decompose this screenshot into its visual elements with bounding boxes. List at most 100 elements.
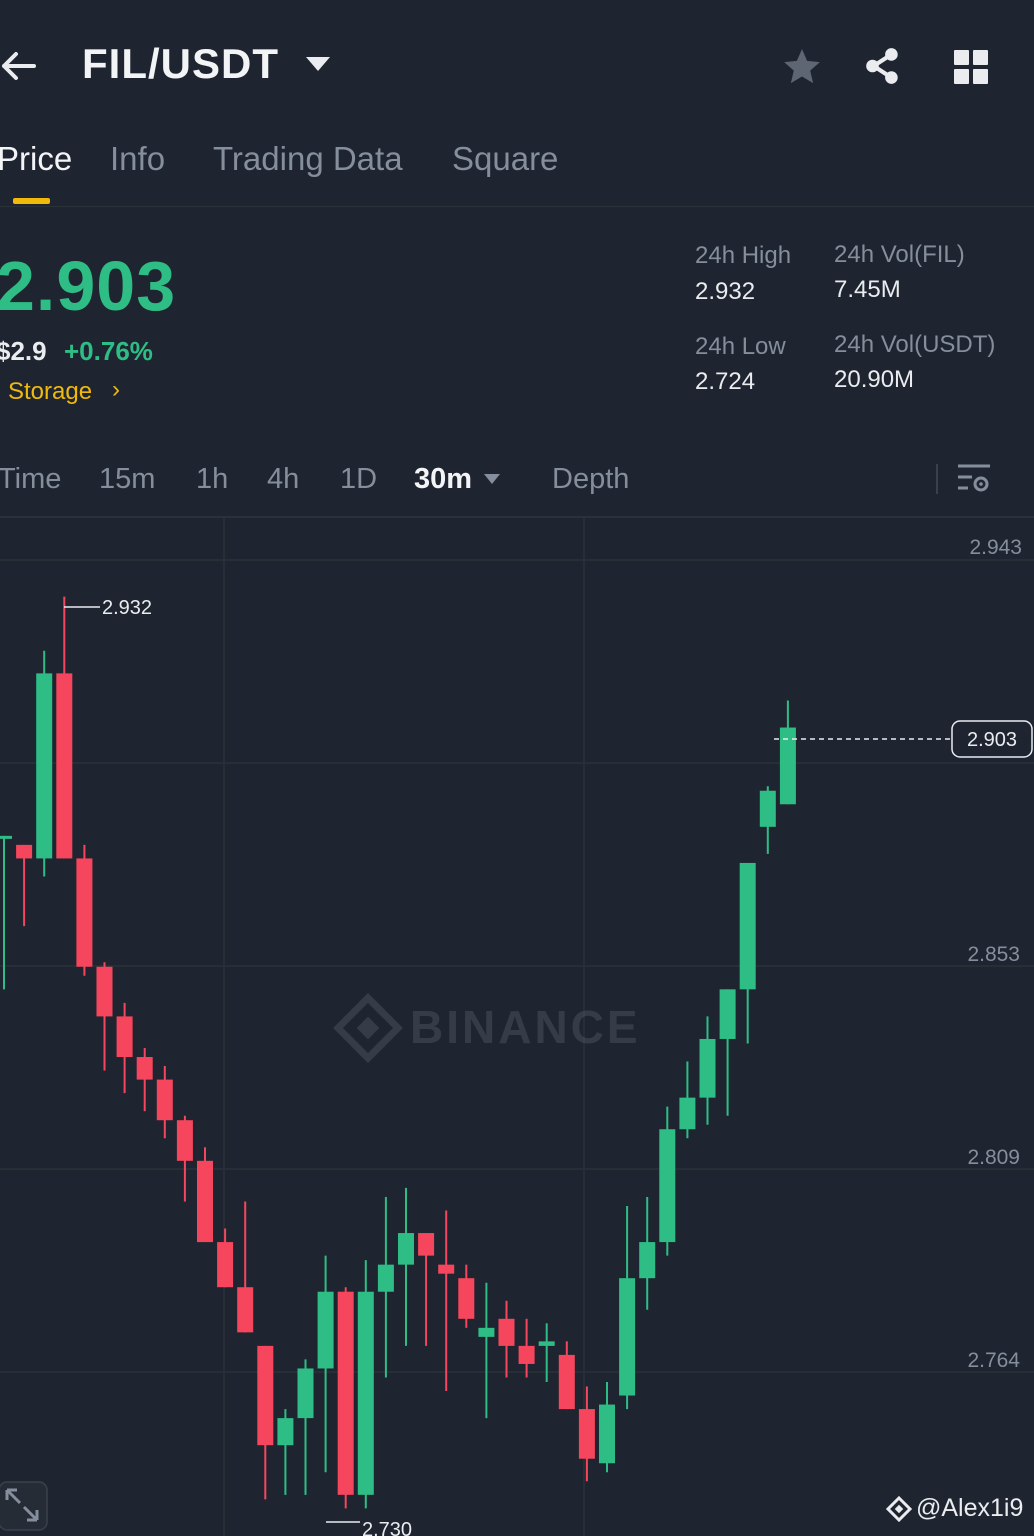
candle-body	[357, 1291, 374, 1495]
candle	[297, 1359, 314, 1495]
candle-body	[538, 1341, 555, 1346]
candle-body	[438, 1264, 455, 1274]
binance-watermark: BINANCE	[333, 993, 641, 1063]
candle	[619, 1205, 636, 1410]
current-price-tag-label: 2.903	[967, 729, 1017, 751]
candle-body	[217, 1242, 234, 1288]
low-value: 2.724	[695, 368, 756, 395]
candle-body	[759, 790, 776, 827]
candle-body	[237, 1287, 254, 1333]
chevron-right-icon[interactable]: ›	[112, 376, 120, 404]
candle	[36, 650, 53, 877]
price-change-percent: +0.76%	[64, 336, 153, 366]
candle	[679, 1061, 696, 1139]
active-tab-indicator	[13, 198, 50, 204]
pair-title[interactable]: FIL/USDT	[82, 40, 279, 88]
candle	[357, 1260, 374, 1509]
interval-15m[interactable]: 15m	[99, 463, 155, 496]
interval-1d[interactable]: 1D	[340, 463, 377, 496]
expand-icon[interactable]	[0, 1481, 48, 1531]
candlestick-chart[interactable]: BINANCE 2.943 2.853 2.809 2.764 2.932 2.…	[0, 518, 1034, 1536]
interval-dropdown-icon[interactable]	[484, 474, 500, 484]
candle-body	[96, 966, 113, 1017]
candle	[76, 844, 93, 976]
high-value: 2.932	[695, 278, 756, 305]
tab-price[interactable]: Price	[0, 140, 72, 178]
candle	[96, 962, 113, 1071]
candle	[217, 1228, 234, 1288]
chevron-down-icon[interactable]	[306, 57, 330, 71]
candle-body	[16, 844, 33, 859]
candle	[237, 1201, 254, 1333]
y-axis-label: 2.764	[967, 1349, 1020, 1372]
interval-4h[interactable]: 4h	[267, 463, 299, 496]
category-tag[interactable]: Storage	[8, 378, 92, 406]
candle-body	[337, 1291, 354, 1495]
candle	[176, 1115, 193, 1202]
vol-quote-value: 20.90M	[834, 366, 915, 393]
candle	[518, 1318, 535, 1378]
candle-body	[176, 1120, 193, 1161]
candle	[418, 1233, 435, 1346]
candle-body	[76, 858, 93, 967]
candle-body	[0, 835, 12, 839]
candle	[478, 1282, 495, 1419]
high-marker-label: 2.932	[102, 597, 152, 619]
vol-base-value: 7.45M	[834, 276, 901, 303]
candle	[458, 1264, 475, 1328]
share-icon[interactable]	[862, 45, 904, 87]
tab-trading-data[interactable]: Trading Data	[213, 140, 403, 178]
candle	[719, 989, 736, 1116]
back-arrow-icon[interactable]	[0, 46, 40, 86]
interval-time[interactable]: Time	[0, 463, 61, 496]
candle-body	[458, 1278, 475, 1319]
candle-body	[719, 989, 736, 1039]
candle	[16, 844, 33, 927]
candle-body	[558, 1354, 575, 1410]
candle	[578, 1386, 595, 1482]
binance-logo-icon	[886, 1495, 912, 1522]
y-axis-label: 2.853	[967, 943, 1020, 966]
grid-icon[interactable]	[952, 48, 990, 86]
candle-body	[56, 673, 73, 859]
candle-body	[599, 1404, 615, 1464]
interval-depth[interactable]: Depth	[552, 463, 629, 496]
candle-body	[619, 1278, 636, 1396]
candle	[56, 596, 73, 859]
low-label: 24h Low	[695, 333, 786, 360]
usd-price: $2.9	[0, 336, 47, 366]
candle-body	[257, 1345, 274, 1446]
watermark-text: BINANCE	[410, 1001, 641, 1053]
candle-body	[297, 1368, 314, 1419]
interval-30m[interactable]: 30m	[414, 463, 472, 496]
interval-separator	[936, 464, 938, 494]
candle	[317, 1255, 334, 1473]
candle	[257, 1345, 274, 1500]
candle-body	[418, 1233, 435, 1256]
candle-body	[317, 1291, 334, 1369]
y-axis-label: 2.809	[967, 1146, 1020, 1169]
user-watermark: @Alex1i9	[886, 1494, 1023, 1523]
candle	[699, 1016, 716, 1125]
star-icon[interactable]	[781, 46, 823, 88]
tab-info[interactable]: Info	[110, 140, 165, 178]
candle	[377, 1196, 394, 1378]
candle-body	[116, 1016, 133, 1058]
candle-body	[478, 1327, 495, 1337]
candle-body	[136, 1057, 153, 1080]
candle	[337, 1287, 354, 1509]
high-label: 24h High	[695, 242, 792, 269]
interval-1h[interactable]: 1h	[196, 463, 228, 496]
candle	[599, 1381, 615, 1473]
candle-body	[377, 1264, 394, 1292]
candle	[659, 1106, 676, 1256]
candle	[277, 1409, 294, 1495]
candle-body	[739, 862, 756, 990]
candle-body	[639, 1242, 656, 1279]
tab-square[interactable]: Square	[452, 140, 558, 178]
candle	[639, 1196, 656, 1310]
candle	[197, 1147, 213, 1243]
candle	[779, 700, 796, 805]
chart-settings-icon[interactable]	[956, 462, 992, 496]
candle	[116, 1002, 133, 1094]
